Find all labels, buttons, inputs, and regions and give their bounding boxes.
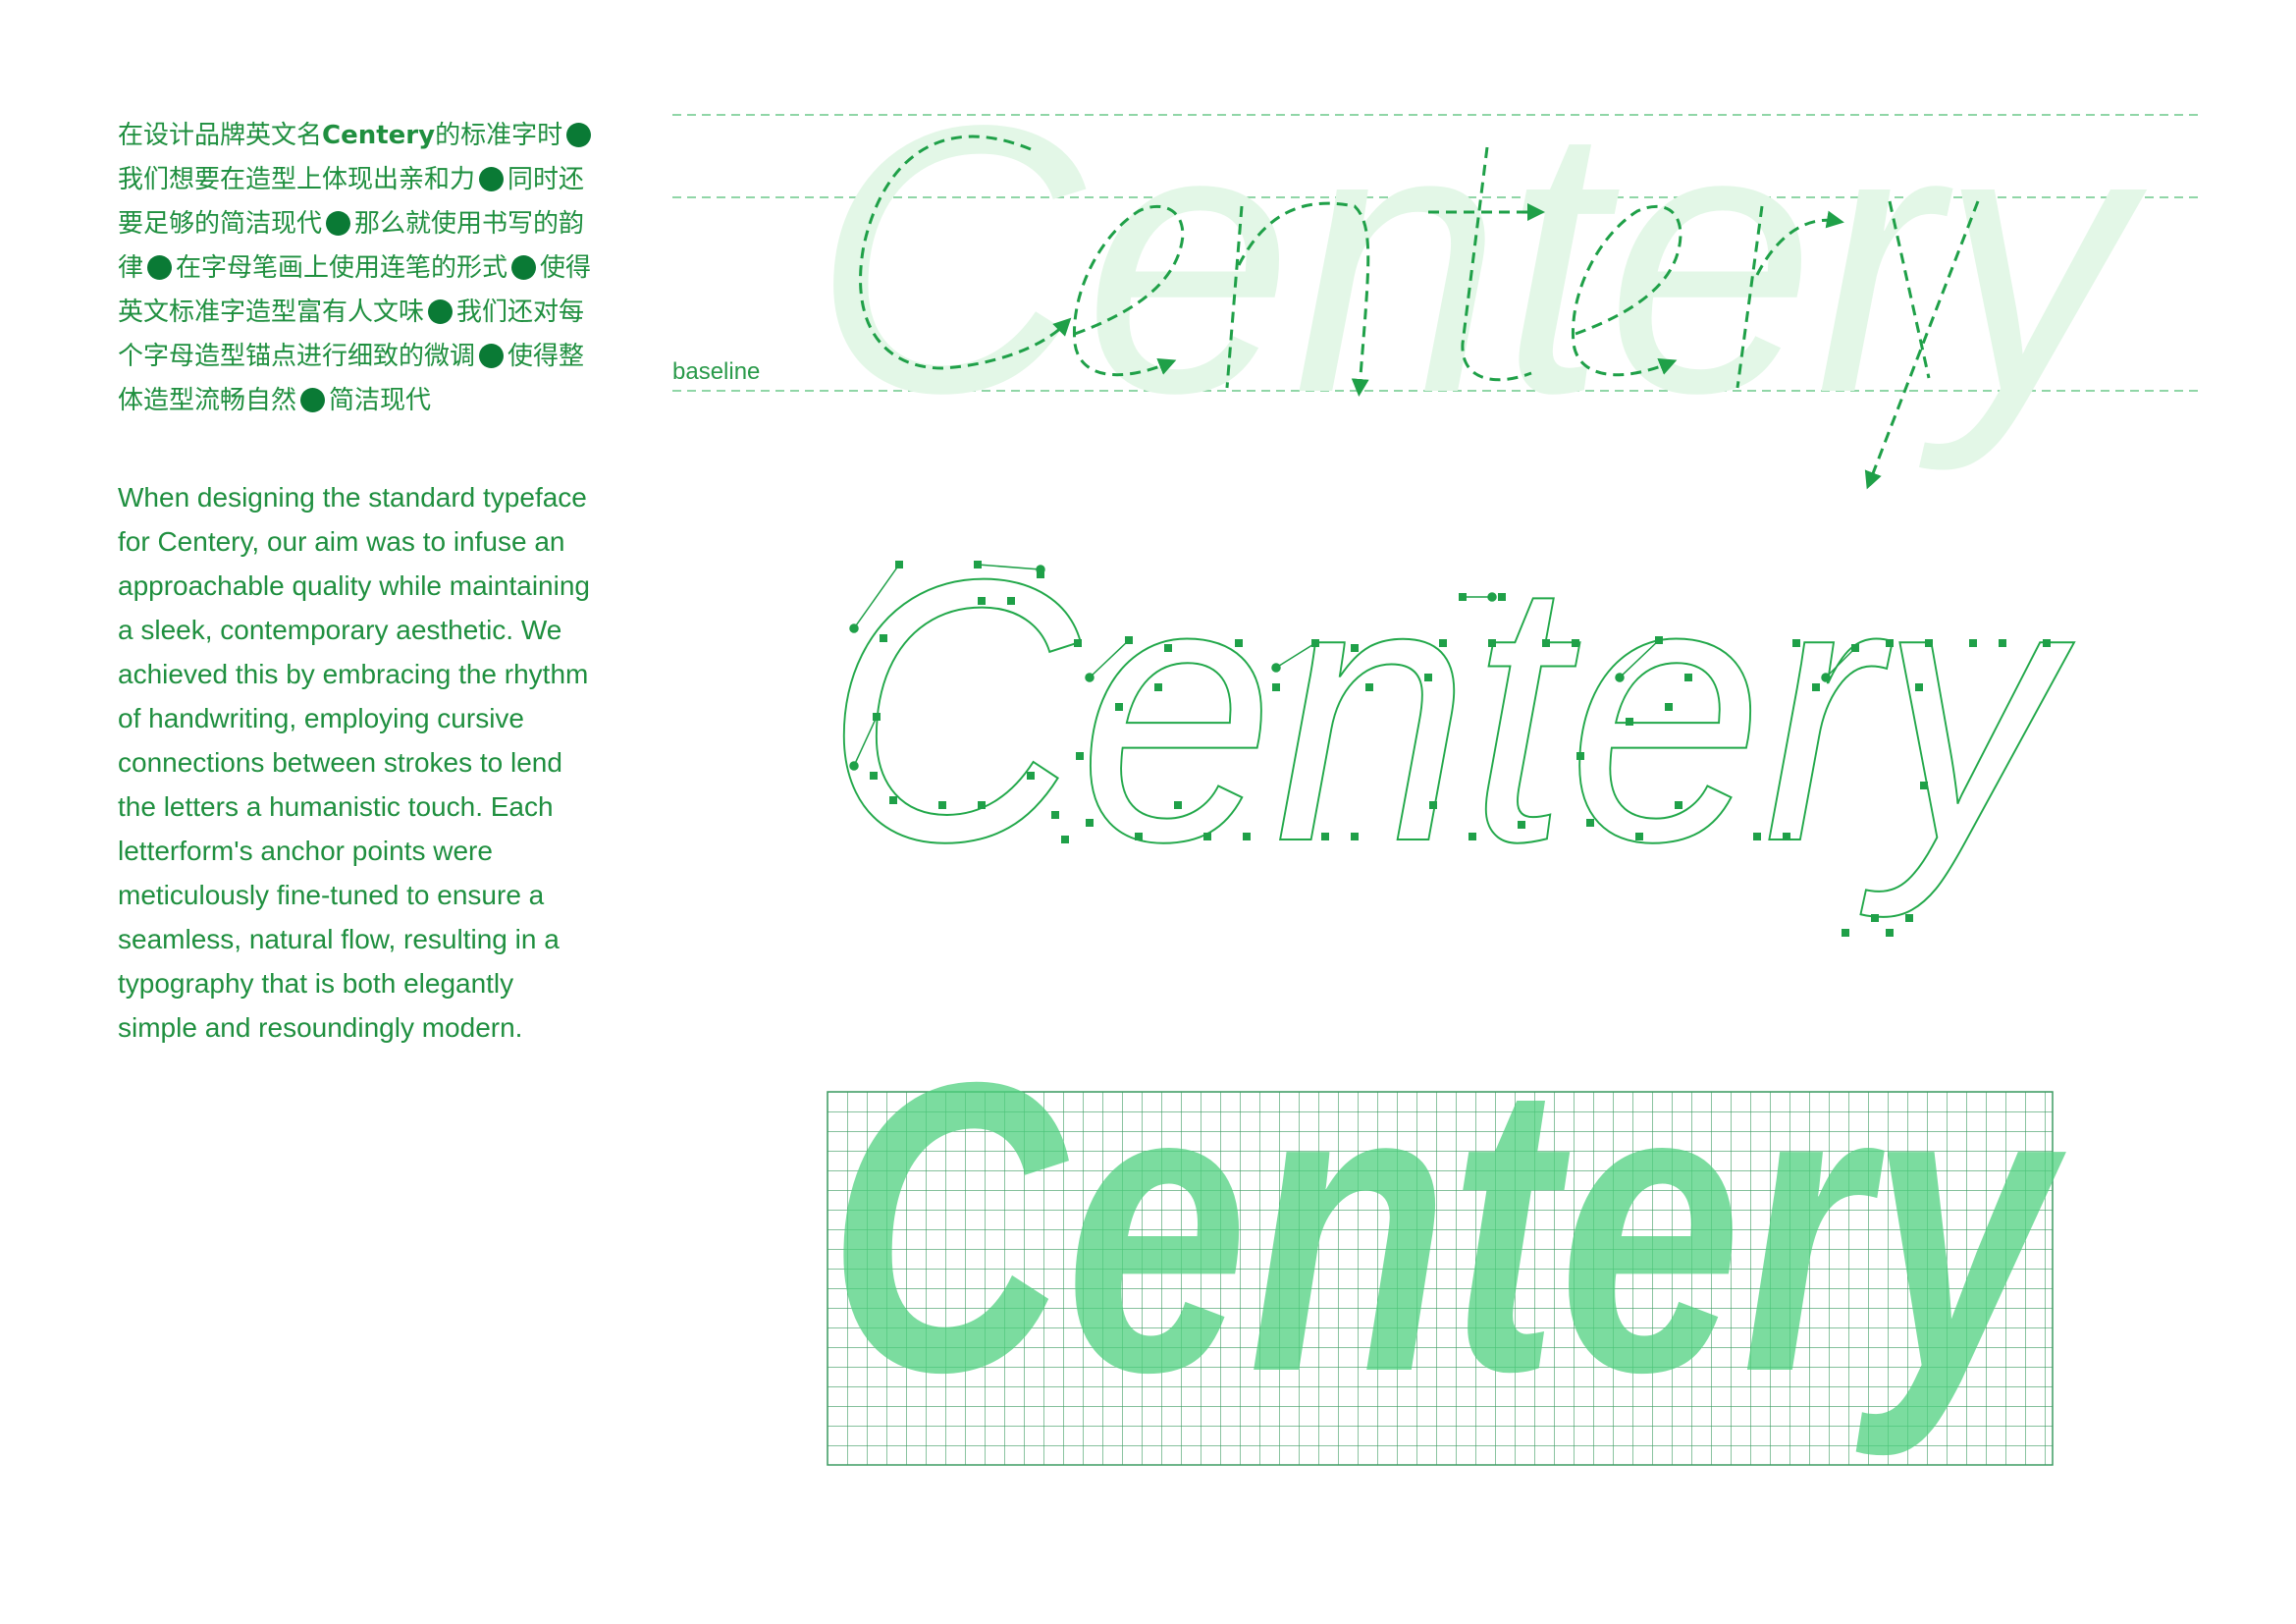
anchor-point [1203, 833, 1211, 840]
handle-point [1085, 673, 1095, 682]
anchor-point [1074, 639, 1082, 647]
wordmark-light: Centery [813, 47, 2152, 474]
handle-point [849, 623, 859, 633]
anchor-point [1886, 929, 1894, 937]
anchor-point [2043, 639, 2051, 647]
anchor-point [1154, 683, 1162, 691]
baseline-label: baseline [672, 358, 760, 385]
anchor-point [1498, 593, 1506, 601]
anchor-point [1675, 801, 1682, 809]
handle-point [1036, 565, 1045, 574]
handle-point [849, 761, 859, 771]
anchor-point [1969, 639, 1977, 647]
anchor-point [1920, 782, 1928, 789]
wordmark-outline: Centery [825, 502, 2078, 921]
anchor-point [1243, 833, 1251, 840]
anchor-point [1684, 674, 1692, 681]
anchor-point [880, 634, 887, 642]
anchor-point [978, 801, 986, 809]
anchor-point [1365, 683, 1373, 691]
handle-point [1615, 673, 1625, 682]
anchor-point [1586, 819, 1594, 827]
anchor-point [1905, 914, 1913, 922]
anchor-point [1812, 683, 1820, 691]
anchor-point [1886, 639, 1894, 647]
anchor-point [1174, 801, 1182, 809]
anchor-point-panel: Centery [824, 501, 2079, 937]
grid-panel: Centery [827, 998, 2070, 1466]
anchor-point [1321, 833, 1329, 840]
anchor-point [938, 801, 946, 809]
anchor-point [1061, 836, 1069, 843]
anchor-point [1999, 639, 2006, 647]
anchor-point [1518, 821, 1525, 829]
anchor-point [1351, 833, 1359, 840]
anchor-point [1424, 674, 1432, 681]
anchor-point [1135, 833, 1143, 840]
anchor-point [1925, 639, 1933, 647]
handle-point [1271, 663, 1281, 673]
anchor-point [1007, 597, 1015, 605]
anchor-point [889, 796, 897, 804]
anchor-point [1235, 639, 1243, 647]
anchor-point [1351, 644, 1359, 652]
anchor-point [870, 772, 878, 780]
anchor-point [1429, 801, 1437, 809]
anchor-point [1027, 772, 1035, 780]
wordmark-solid: Centery [828, 998, 2070, 1460]
anchor-point [1915, 683, 1923, 691]
anchor-point [1635, 833, 1643, 840]
anchor-point [1792, 639, 1800, 647]
anchor-point [1842, 929, 1849, 937]
anchor-point [1115, 703, 1123, 711]
anchor-point [1164, 644, 1172, 652]
construction-panel: baseline Centery [672, 47, 2199, 481]
anchor-point [1051, 811, 1059, 819]
anchor-point [1626, 718, 1633, 726]
anchor-point [1488, 639, 1496, 647]
anchor-point [1572, 639, 1579, 647]
wordmark-artwork: baseline Centery Centery Centery [672, 47, 2199, 1466]
anchor-point [1665, 703, 1673, 711]
anchor-point [1086, 819, 1094, 827]
anchor-point [1542, 639, 1550, 647]
anchor-point [1871, 914, 1879, 922]
anchor-point [1783, 833, 1790, 840]
anchor-point [1576, 752, 1584, 760]
anchor-point [978, 597, 986, 605]
anchor-point [1753, 833, 1761, 840]
anchor-point [1272, 683, 1280, 691]
handle-point [1821, 673, 1831, 682]
anchor-point [1439, 639, 1447, 647]
handle-point [1487, 592, 1497, 602]
anchor-point [1468, 833, 1476, 840]
anchor-point [1076, 752, 1084, 760]
